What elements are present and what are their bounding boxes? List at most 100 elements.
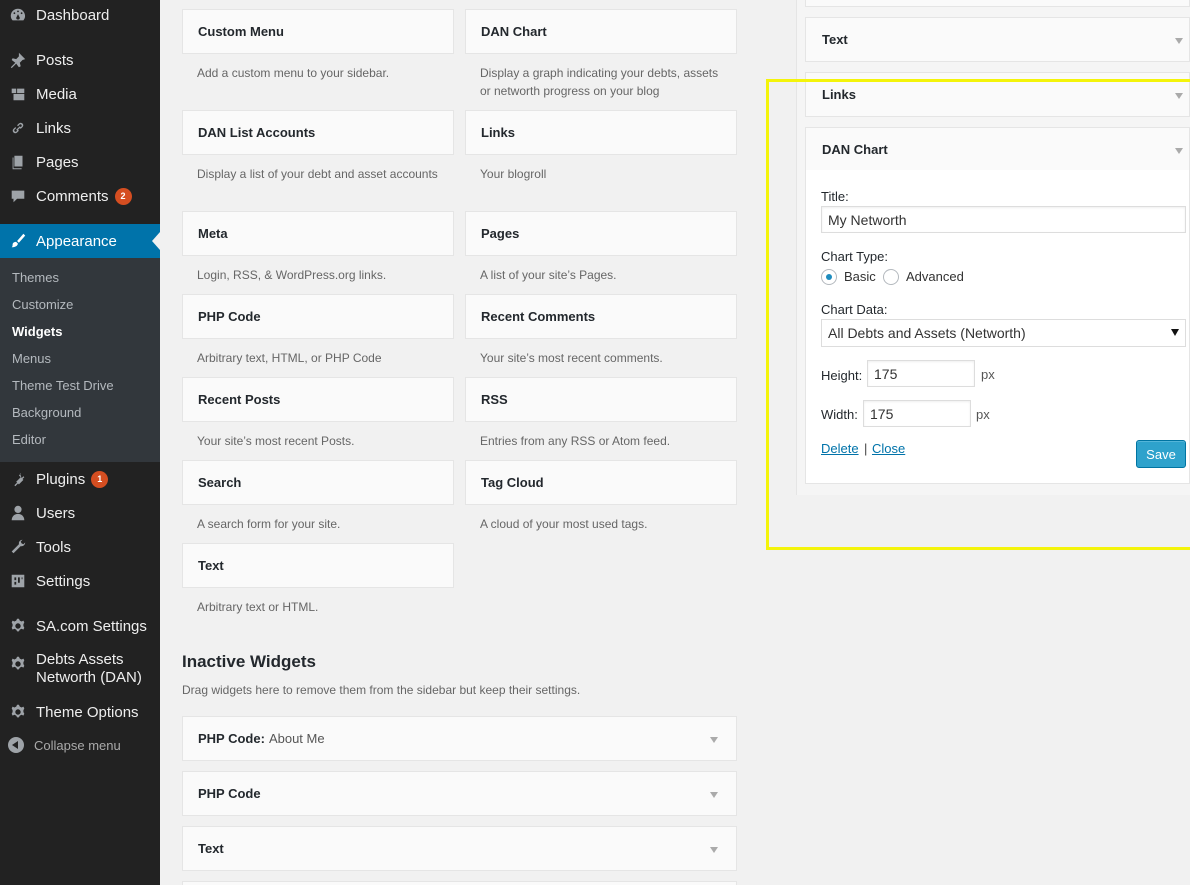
sidebar-widget-links[interactable]: Links: [805, 72, 1190, 117]
submenu-theme-test-drive[interactable]: Theme Test Drive: [12, 378, 114, 393]
available-widget[interactable]: Recent Comments: [465, 294, 737, 339]
height-unit: px: [981, 367, 995, 382]
chart-type-basic-radio[interactable]: [821, 269, 837, 285]
menu-pages-label: Pages: [36, 153, 79, 171]
widget-toggle-arrow-icon[interactable]: [710, 737, 718, 743]
submenu-editor[interactable]: Editor: [12, 432, 46, 447]
widget-toggle-arrow-icon[interactable]: [1175, 93, 1183, 99]
menu-sa-settings-label: SA.com Settings: [36, 617, 147, 635]
menu-sa-settings[interactable]: SA.com Settings: [0, 609, 160, 643]
menu-comments-label: Comments: [36, 187, 109, 205]
available-widget-description: Your blogroll: [480, 167, 547, 181]
menu-theme-options[interactable]: Theme Options: [0, 695, 160, 729]
available-widget-description: Arbitrary text, HTML, or PHP Code: [197, 351, 382, 365]
available-widget-title: Pages: [481, 226, 520, 241]
menu-tools[interactable]: Tools: [0, 530, 160, 564]
available-widget[interactable]: RSS: [465, 377, 737, 422]
available-widget[interactable]: DAN Chart: [465, 9, 737, 54]
available-widget[interactable]: Meta: [182, 211, 454, 256]
menu-posts[interactable]: Posts: [0, 43, 160, 77]
collapse-arrow-icon: [8, 737, 24, 753]
chart-data-select[interactable]: All Debts and Assets (Networth): [821, 319, 1186, 347]
submenu-menus[interactable]: Menus: [12, 351, 51, 366]
title-input[interactable]: My Networth: [821, 206, 1186, 233]
available-widget-title: Search: [198, 475, 242, 490]
available-widget[interactable]: Recent Posts: [182, 377, 454, 422]
widget-toggle-arrow-icon[interactable]: [710, 847, 718, 853]
available-widget[interactable]: Links: [465, 110, 737, 155]
inactive-widget-php-code-about-me[interactable]: PHP Code: About Me: [182, 716, 737, 761]
menu-links[interactable]: Links: [0, 111, 160, 145]
pages-icon: [0, 145, 36, 179]
sidebar-widget-title: Links: [822, 87, 856, 102]
height-input[interactable]: 175: [867, 360, 975, 387]
available-widget-description: Arbitrary text or HTML.: [197, 600, 319, 614]
brush-icon: [0, 224, 36, 258]
menu-settings[interactable]: Settings: [0, 564, 160, 598]
plugins-count-badge: 1: [91, 470, 109, 488]
sidebar-widget-text[interactable]: Text: [805, 17, 1190, 62]
menu-plugins[interactable]: Plugins 1: [0, 462, 160, 496]
available-widget-description: Display a graph indicating your debts, a…: [480, 66, 719, 98]
menu-dan-label-line1: Debts Assets: [36, 651, 124, 668]
submenu-background[interactable]: Background: [12, 405, 81, 420]
save-button[interactable]: Save: [1136, 440, 1186, 468]
available-widget-description: Login, RSS, & WordPress.org links.: [197, 268, 387, 282]
inactive-widgets-description: Drag widgets here to remove them from th…: [182, 683, 581, 697]
sidebar-widget-dan-chart[interactable]: DAN Chart: [805, 127, 1190, 172]
available-widget-title: Recent Comments: [481, 309, 596, 324]
menu-media[interactable]: Media: [0, 77, 160, 111]
sidebar-widget-title: Text: [822, 32, 848, 47]
available-widget[interactable]: Custom Menu: [182, 9, 454, 54]
menu-pages[interactable]: Pages: [0, 145, 160, 179]
menu-comments[interactable]: Comments 2: [0, 179, 160, 213]
wrench-icon: [0, 530, 36, 564]
widget-toggle-arrow-icon[interactable]: [1175, 148, 1183, 154]
available-widget-description: A cloud of your most used tags.: [480, 517, 648, 531]
menu-users-label: Users: [36, 504, 76, 522]
chart-type-label: Chart Type:: [821, 249, 888, 264]
gear-icon: [0, 651, 36, 677]
available-widget-title: Tag Cloud: [481, 475, 544, 490]
user-icon: [0, 496, 36, 530]
available-widget[interactable]: PHP Code: [182, 294, 454, 339]
widget-toggle-arrow-icon[interactable]: [710, 792, 718, 798]
chart-type-advanced-radio[interactable]: [883, 269, 899, 285]
menu-appearance[interactable]: Appearance: [0, 224, 160, 258]
chart-data-selected-value: All Debts and Assets (Networth): [828, 325, 1026, 341]
available-widget[interactable]: Search: [182, 460, 454, 505]
menu-users[interactable]: Users: [0, 496, 160, 530]
link-separator: |: [864, 441, 868, 456]
dropdown-caret-icon: [1171, 329, 1179, 336]
chart-type-advanced-label: Advanced: [906, 269, 964, 284]
menu-dashboard[interactable]: Dashboard: [0, 0, 160, 32]
available-widget[interactable]: Text: [182, 543, 454, 588]
available-widget-description: A list of your site’s Pages.: [480, 268, 617, 282]
available-widget[interactable]: Tag Cloud: [465, 460, 737, 505]
menu-dan[interactable]: Debts Assets Networth (DAN): [0, 651, 160, 691]
widget-toggle-arrow-icon[interactable]: [1175, 38, 1183, 44]
available-widget-description: Add a custom menu to your sidebar.: [197, 66, 390, 80]
menu-posts-label: Posts: [36, 51, 74, 69]
collapse-menu-button[interactable]: Collapse menu: [8, 737, 121, 753]
appearance-submenu: Themes Customize Widgets Menus Theme Tes…: [0, 258, 160, 462]
available-widget[interactable]: DAN List Accounts: [182, 110, 454, 155]
sidebar-widget-top[interactable]: [805, 0, 1190, 7]
delete-link[interactable]: Delete: [821, 441, 859, 456]
available-widget-title: Custom Menu: [198, 24, 284, 39]
inactive-widget-text[interactable]: Text: [182, 826, 737, 871]
title-label: Title:: [821, 189, 849, 204]
width-input[interactable]: 175: [863, 400, 971, 427]
admin-menu: Dashboard Posts Media Links Pages Commen…: [0, 0, 160, 885]
submenu-customize[interactable]: Customize: [12, 297, 73, 312]
menu-tools-label: Tools: [36, 538, 72, 556]
available-widget[interactable]: Pages: [465, 211, 737, 256]
submenu-themes[interactable]: Themes: [12, 270, 59, 285]
menu-dan-label-line2: Networth (DAN): [36, 669, 142, 686]
menu-dan-label: Debts Assets Networth (DAN): [36, 651, 142, 687]
pin-icon: [0, 43, 36, 77]
submenu-widgets[interactable]: Widgets: [12, 324, 62, 339]
inactive-widget-partial[interactable]: [182, 881, 737, 885]
close-link[interactable]: Close: [872, 441, 905, 456]
inactive-widget-php-code[interactable]: PHP Code: [182, 771, 737, 816]
